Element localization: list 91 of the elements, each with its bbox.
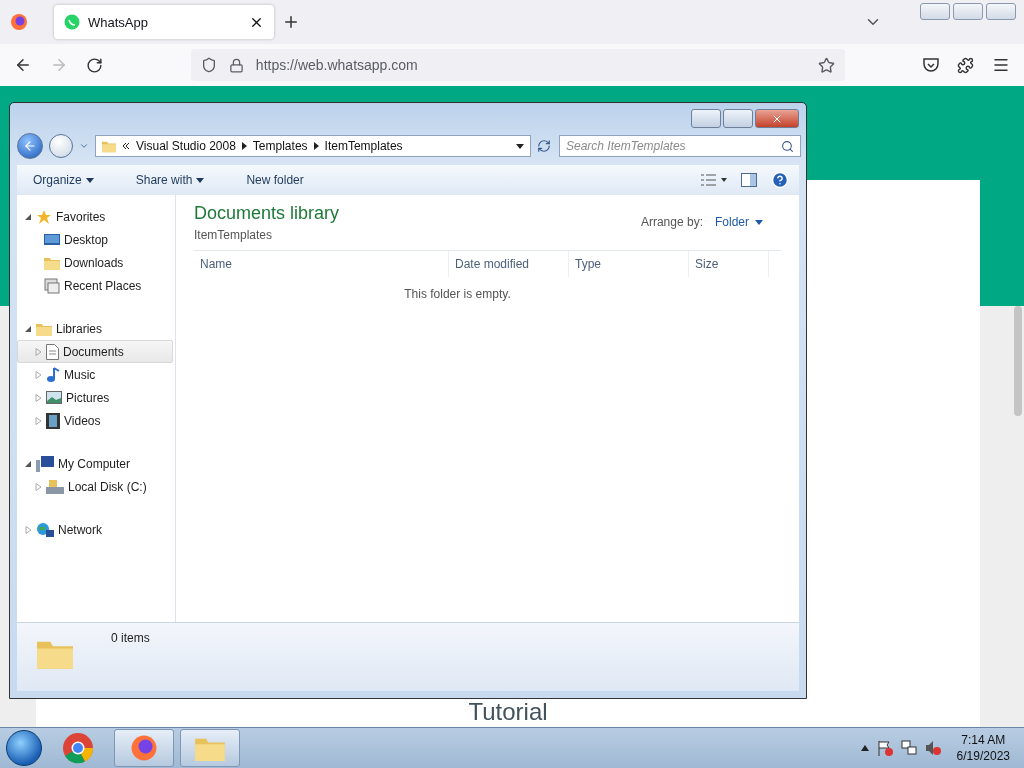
- new-tab-icon[interactable]: [282, 13, 300, 31]
- expand-arrow-icon[interactable]: [24, 212, 32, 221]
- nav-item[interactable]: Local Disk (C:): [17, 475, 173, 498]
- browser-logo-icon: [130, 734, 158, 762]
- column-header[interactable]: Date modified: [449, 251, 569, 277]
- folder-icon: [102, 139, 116, 153]
- preview-pane-icon[interactable]: [741, 173, 757, 187]
- dropdown-arrow-icon[interactable]: [516, 143, 524, 149]
- extensions-icon[interactable]: [957, 56, 975, 74]
- bookmark-star-icon[interactable]: [818, 56, 836, 74]
- browser-logo-icon[interactable]: [10, 13, 28, 31]
- explorer-task-button[interactable]: [180, 729, 240, 767]
- caret-icon[interactable]: [755, 219, 763, 225]
- menu-button[interactable]: Share with: [129, 173, 211, 187]
- nav-group[interactable]: My Computer: [17, 452, 173, 475]
- drive-icon: [46, 479, 64, 494]
- nav-group[interactable]: Network: [17, 518, 173, 541]
- expand-arrow-icon[interactable]: [24, 459, 32, 468]
- item-count: 0 items: [111, 631, 150, 645]
- computer-icon: [36, 455, 54, 472]
- monitor-icon: [44, 232, 60, 247]
- library-subtitle: ItemTemplates: [194, 228, 274, 242]
- breadcrumb-item[interactable]: Visual Studio 2008: [136, 139, 236, 153]
- address-bar[interactable]: https://web.whatsapp.com: [190, 49, 846, 81]
- recent-places-icon: [44, 277, 60, 294]
- nav-group[interactable]: Favorites: [17, 205, 173, 228]
- menu-icon[interactable]: [992, 56, 1010, 74]
- toolbar-button[interactable]: New folder: [240, 173, 310, 187]
- back-icon[interactable]: [14, 56, 32, 74]
- music-note-icon: [46, 366, 60, 383]
- nav-group[interactable]: Libraries: [17, 317, 173, 340]
- nav-item[interactable]: Documents: [17, 340, 173, 363]
- url-text: https://web.whatsapp.com: [255, 57, 419, 73]
- close-button[interactable]: [986, 3, 1016, 20]
- firefox-task-button[interactable]: [114, 729, 174, 767]
- reload-icon[interactable]: [85, 56, 103, 74]
- page-heading: Tutorial: [468, 699, 548, 725]
- nav-item[interactable]: Videos: [17, 409, 173, 432]
- minimize-button[interactable]: [691, 109, 721, 128]
- view-list-icon[interactable]: [701, 174, 727, 186]
- nav-item[interactable]: Pictures: [17, 386, 173, 409]
- caret-icon[interactable]: [196, 177, 205, 183]
- maximize-button[interactable]: [723, 109, 753, 128]
- refresh-icon[interactable]: [537, 139, 551, 153]
- expand-arrow-icon[interactable]: [24, 324, 32, 333]
- flag-alert-icon[interactable]: [876, 740, 893, 756]
- nav-item[interactable]: Music: [17, 363, 173, 386]
- address-field[interactable]: Visual Studio 2008 Templates ItemTemplates: [95, 135, 531, 157]
- clock[interactable]: 7:14 AM 6/19/2023: [956, 732, 1010, 764]
- network-icon[interactable]: [900, 740, 917, 756]
- breadcrumb-item[interactable]: Templates: [252, 139, 308, 153]
- forward-button[interactable]: [49, 134, 73, 158]
- breadcrumb-arrow-icon[interactable]: [241, 142, 247, 150]
- film-icon: [46, 412, 60, 429]
- help-icon[interactable]: [771, 171, 789, 189]
- document-icon: [46, 343, 59, 360]
- chrome-logo-icon[interactable]: [62, 732, 94, 764]
- column-header[interactable]: Type: [569, 251, 689, 277]
- show-hidden-icons-icon[interactable]: [860, 743, 869, 753]
- arrange-label: Arrange by:: [640, 215, 703, 229]
- nav-item[interactable]: Recent Places: [17, 274, 173, 297]
- pocket-icon[interactable]: [923, 57, 940, 73]
- history-dropdown-icon[interactable]: [79, 141, 89, 151]
- globe-icon: [36, 521, 54, 538]
- tab-title: WhatsApp: [88, 14, 149, 30]
- speaker-muted-icon[interactable]: [924, 740, 941, 756]
- start-button[interactable]: [6, 730, 42, 766]
- chat-logo-icon: [64, 14, 80, 30]
- empty-message: This folder is empty.: [403, 287, 512, 301]
- scrollbar-thumb[interactable]: [1014, 306, 1022, 416]
- minimize-button[interactable]: [920, 3, 950, 20]
- column-header[interactable]: Name: [194, 251, 449, 277]
- star-icon: [36, 208, 52, 225]
- breadcrumb-arrow-icon[interactable]: [313, 142, 319, 150]
- lock-icon[interactable]: [228, 57, 244, 73]
- shield-icon[interactable]: [200, 57, 217, 73]
- download-folder-icon: [44, 255, 60, 270]
- library-title: Documents library: [194, 203, 340, 224]
- nav-item[interactable]: Downloads: [17, 251, 173, 274]
- library-icon: [36, 321, 52, 336]
- back-button[interactable]: [17, 133, 43, 159]
- restore-button[interactable]: [953, 3, 983, 20]
- column-header[interactable]: Size: [689, 251, 769, 277]
- search-field[interactable]: Search ItemTemplates: [559, 135, 801, 157]
- picture-icon: [46, 391, 62, 404]
- browser-tab[interactable]: WhatsApp: [54, 5, 274, 39]
- breadcrumb-item[interactable]: ItemTemplates: [324, 139, 403, 153]
- nav-item[interactable]: Desktop: [17, 228, 173, 251]
- menu-button[interactable]: Organize: [27, 173, 100, 187]
- caret-icon[interactable]: [85, 177, 94, 183]
- arrange-dropdown[interactable]: Folder: [715, 215, 763, 229]
